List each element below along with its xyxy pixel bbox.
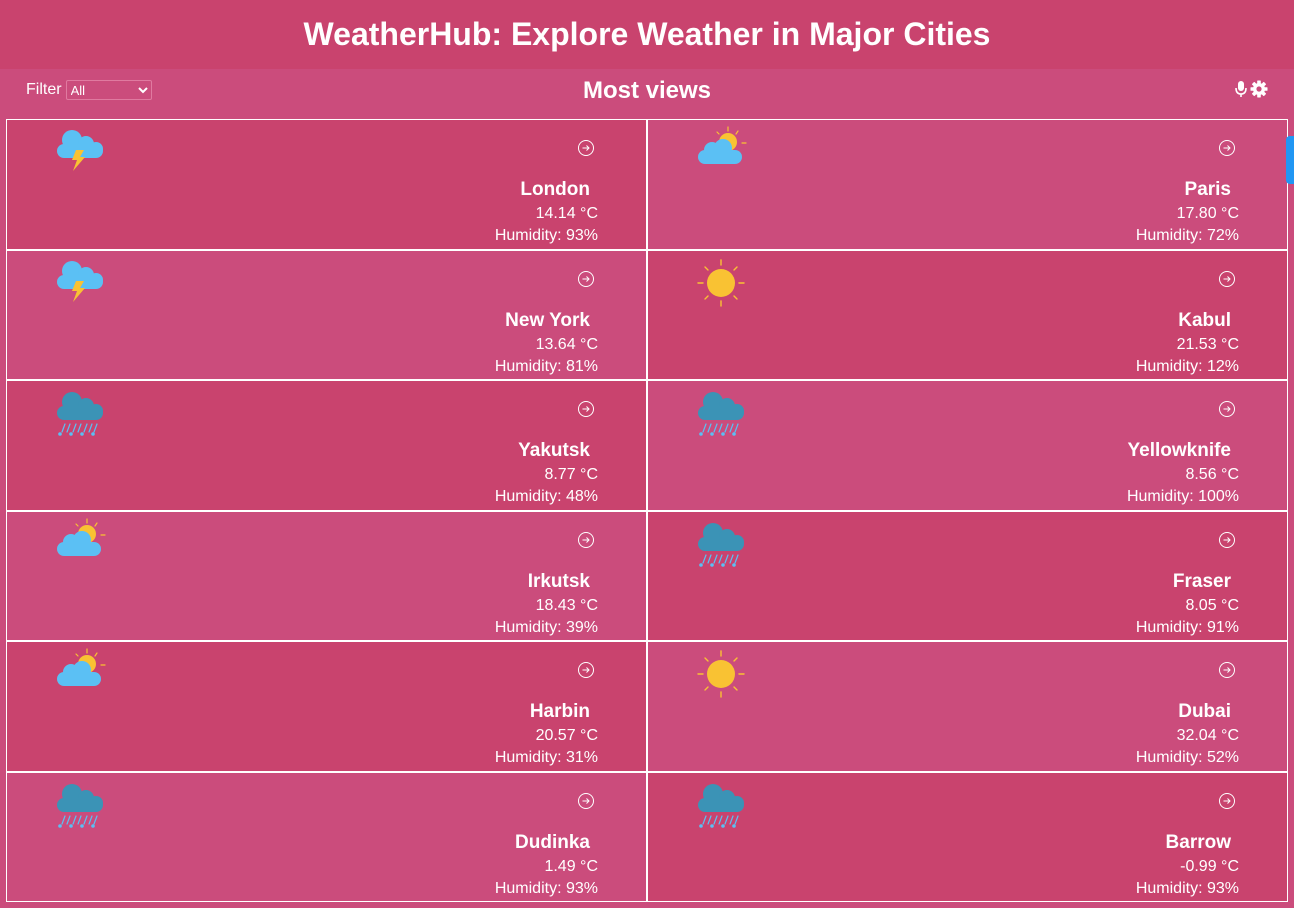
sun-icon	[695, 257, 747, 309]
filter-select[interactable]: All	[65, 80, 152, 100]
city-card[interactable]: London 14.14 °C Humidity: 93%	[6, 119, 647, 250]
arrow-right-circle-icon[interactable]	[577, 139, 595, 157]
city-name: London	[520, 179, 590, 200]
city-humidity: Humidity: 72%	[1135, 227, 1239, 244]
sun-icon	[695, 648, 747, 700]
arrow-right-circle-icon[interactable]	[1218, 792, 1236, 810]
city-grid: London 14.14 °C Humidity: 93% Paris 17.80 °…	[6, 119, 1288, 902]
arrow-right-circle-icon[interactable]	[1218, 270, 1236, 288]
city-name: Paris	[1184, 179, 1231, 200]
rain-icon	[54, 387, 106, 439]
partly-cloudy-icon	[54, 517, 106, 570]
city-name: Yellowknife	[1127, 440, 1231, 461]
city-card[interactable]: Harbin 20.57 °C Humidity: 31%	[6, 641, 647, 772]
city-temperature: 1.49 °C	[544, 857, 598, 875]
city-name: Irkutsk	[527, 570, 590, 592]
city-card[interactable]: Yakutsk 8.77 °C Humidity: 48%	[6, 380, 647, 511]
city-humidity: Humidity: 31%	[494, 749, 598, 766]
arrow-right-circle-icon[interactable]	[577, 661, 595, 679]
toolbar-tools	[1234, 80, 1268, 103]
city-name: Dudinka	[515, 831, 590, 853]
arrow-right-circle-icon[interactable]	[1218, 661, 1236, 679]
city-name: Dubai	[1178, 701, 1231, 722]
city-temperature: 21.53 °C	[1176, 335, 1239, 353]
city-temperature: 8.05 °C	[1185, 596, 1239, 614]
city-temperature: 8.56 °C	[1185, 466, 1239, 483]
section-title: Most views	[582, 76, 712, 104]
rain-icon	[695, 387, 747, 439]
city-temperature: 13.64 °C	[535, 335, 598, 353]
gear-icon[interactable]	[1250, 80, 1268, 103]
city-name: Harbin	[529, 701, 590, 722]
partly-cloudy-icon	[54, 648, 106, 700]
city-card[interactable]: Fraser 8.05 °C Humidity: 91%	[647, 510, 1288, 641]
city-temperature: 8.77 °C	[544, 466, 598, 483]
arrow-right-circle-icon[interactable]	[1218, 531, 1236, 549]
city-card[interactable]: Dudinka 1.49 °C Humidity: 93%	[6, 771, 647, 902]
city-humidity: Humidity: 52%	[1135, 749, 1239, 766]
city-name: Kabul	[1178, 309, 1231, 331]
city-temperature: 32.04 °C	[1176, 727, 1239, 744]
city-card[interactable]: Yellowknife 8.56 °C Humidity: 100%	[647, 380, 1288, 511]
city-humidity: Humidity: 91%	[1135, 618, 1239, 636]
city-humidity: Humidity: 93%	[1135, 879, 1239, 897]
arrow-right-circle-icon[interactable]	[577, 531, 595, 549]
arrow-right-circle-icon[interactable]	[1218, 400, 1236, 418]
filter-group: Filter All	[26, 80, 152, 100]
microphone-icon[interactable]	[1234, 80, 1248, 103]
arrow-right-circle-icon[interactable]	[577, 270, 595, 288]
city-humidity: Humidity: 81%	[494, 357, 598, 375]
thunderstorm-icon	[54, 257, 106, 309]
city-card[interactable]: Dubai 32.04 °C Humidity: 52%	[647, 641, 1288, 772]
app-header: WeatherHub: Explore Weather in Major Cit…	[0, 0, 1294, 69]
city-card[interactable]: Barrow -0.99 °C Humidity: 93%	[647, 771, 1288, 902]
city-name: Yakutsk	[518, 440, 590, 461]
city-card[interactable]: New York 13.64 °C Humidity: 81%	[6, 249, 647, 380]
city-name: Fraser	[1172, 570, 1231, 592]
arrow-right-circle-icon[interactable]	[1218, 139, 1236, 157]
page-title: WeatherHub: Explore Weather in Major Cit…	[303, 16, 991, 52]
city-temperature: 20.57 °C	[535, 727, 598, 744]
city-humidity: Humidity: 93%	[494, 227, 598, 244]
city-temperature: 14.14 °C	[535, 205, 598, 222]
rain-icon	[695, 518, 747, 570]
thunderstorm-icon	[54, 126, 106, 178]
partly-cloudy-icon	[695, 126, 747, 178]
arrow-right-circle-icon[interactable]	[577, 400, 595, 418]
rain-icon	[54, 779, 106, 831]
city-card[interactable]: Irkutsk 18.43 °C Humidity: 39%	[6, 510, 647, 641]
city-temperature: -0.99 °C	[1180, 857, 1239, 875]
city-card[interactable]: Paris 17.80 °C Humidity: 72%	[647, 119, 1288, 250]
toolbar: Filter All Most views	[0, 69, 1294, 112]
city-humidity: Humidity: 12%	[1135, 357, 1239, 375]
city-name: New York	[505, 309, 590, 331]
scrollbar-thumb[interactable]	[1286, 136, 1294, 184]
arrow-right-circle-icon[interactable]	[577, 792, 595, 810]
city-humidity: Humidity: 48%	[494, 488, 598, 505]
city-humidity: Humidity: 39%	[494, 618, 598, 636]
rain-icon	[695, 779, 747, 831]
city-name: Barrow	[1165, 831, 1231, 853]
city-humidity: Humidity: 100%	[1126, 488, 1239, 505]
city-humidity: Humidity: 93%	[494, 879, 598, 897]
city-card[interactable]: Kabul 21.53 °C Humidity: 12%	[647, 249, 1288, 380]
city-temperature: 18.43 °C	[535, 596, 598, 614]
city-temperature: 17.80 °C	[1176, 205, 1239, 222]
filter-label: Filter	[26, 81, 62, 98]
